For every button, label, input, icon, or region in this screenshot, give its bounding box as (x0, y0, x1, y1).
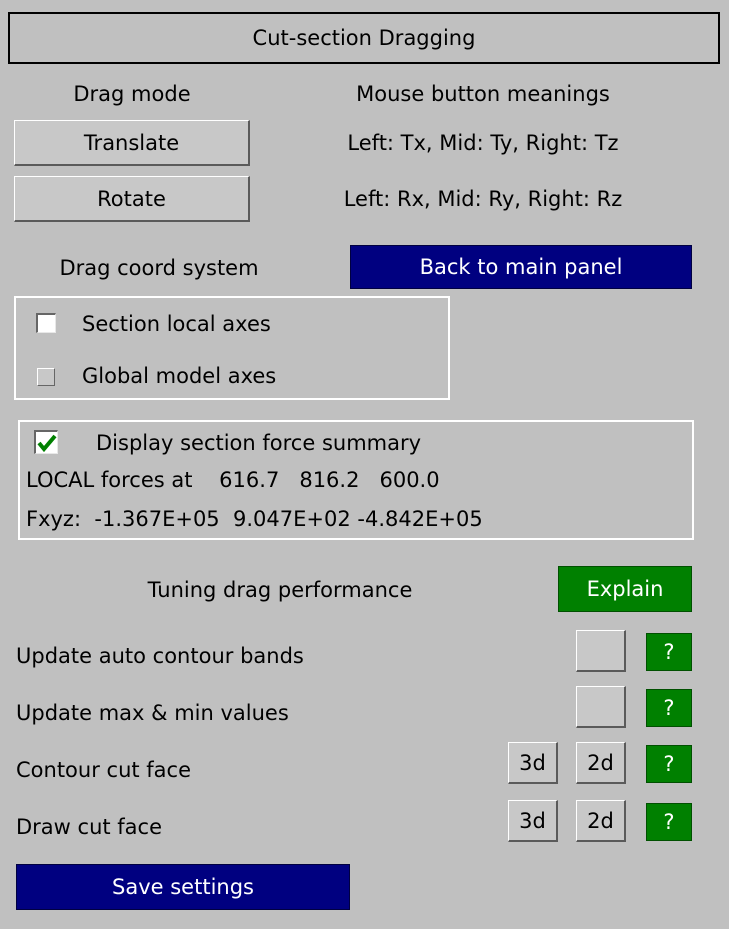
mouse-meanings-label: Mouse button meanings (356, 82, 610, 106)
check-icon (37, 434, 57, 453)
section-local-axes-radio[interactable] (36, 313, 56, 333)
update-contour-bands-toggle[interactable] (576, 630, 626, 672)
display-summary-checkbox[interactable] (34, 430, 58, 454)
global-model-axes-radio[interactable] (37, 368, 55, 386)
explain-button[interactable]: Explain (558, 566, 692, 612)
global-model-axes-label: Global model axes (82, 364, 277, 388)
contour-cut-face-label: Contour cut face (16, 758, 192, 782)
local-forces-text: LOCAL forces at 616.7 816.2 600.0 (26, 468, 440, 492)
update-contour-bands-label: Update auto contour bands (16, 644, 304, 668)
update-contour-bands-help-button[interactable]: ? (646, 633, 692, 671)
update-max-min-label: Update max & min values (16, 701, 289, 725)
draw-cut-face-label: Draw cut face (16, 815, 163, 839)
contour-cut-face-3d-button[interactable]: 3d (508, 742, 558, 784)
update-max-min-toggle[interactable] (576, 686, 626, 728)
update-max-min-help-button[interactable]: ? (646, 689, 692, 727)
save-settings-button[interactable]: Save settings (16, 864, 350, 910)
rotate-button[interactable]: Rotate (14, 176, 250, 222)
tuning-label: Tuning drag performance (147, 578, 413, 602)
panel-title: Cut-section Dragging (8, 12, 720, 64)
back-to-main-panel-button[interactable]: Back to main panel (350, 245, 692, 289)
coord-system-label: Drag coord system (59, 256, 259, 280)
translate-meaning: Left: Tx, Mid: Ty, Right: Tz (347, 131, 619, 155)
contour-cut-face-2d-button[interactable]: 2d (576, 742, 626, 784)
draw-cut-face-2d-button[interactable]: 2d (576, 800, 626, 842)
drag-mode-label: Drag mode (73, 82, 191, 106)
section-local-axes-label: Section local axes (82, 312, 271, 336)
contour-cut-face-help-button[interactable]: ? (646, 745, 692, 783)
translate-button[interactable]: Translate (14, 120, 250, 166)
draw-cut-face-3d-button[interactable]: 3d (508, 800, 558, 842)
fxyz-text: Fxyz: -1.367E+05 9.047E+02 -4.842E+05 (26, 507, 483, 531)
panel-title-text: Cut-section Dragging (252, 25, 476, 50)
rotate-meaning: Left: Rx, Mid: Ry, Right: Rz (343, 187, 623, 211)
display-summary-label: Display section force summary (96, 431, 422, 455)
draw-cut-face-help-button[interactable]: ? (646, 803, 692, 841)
